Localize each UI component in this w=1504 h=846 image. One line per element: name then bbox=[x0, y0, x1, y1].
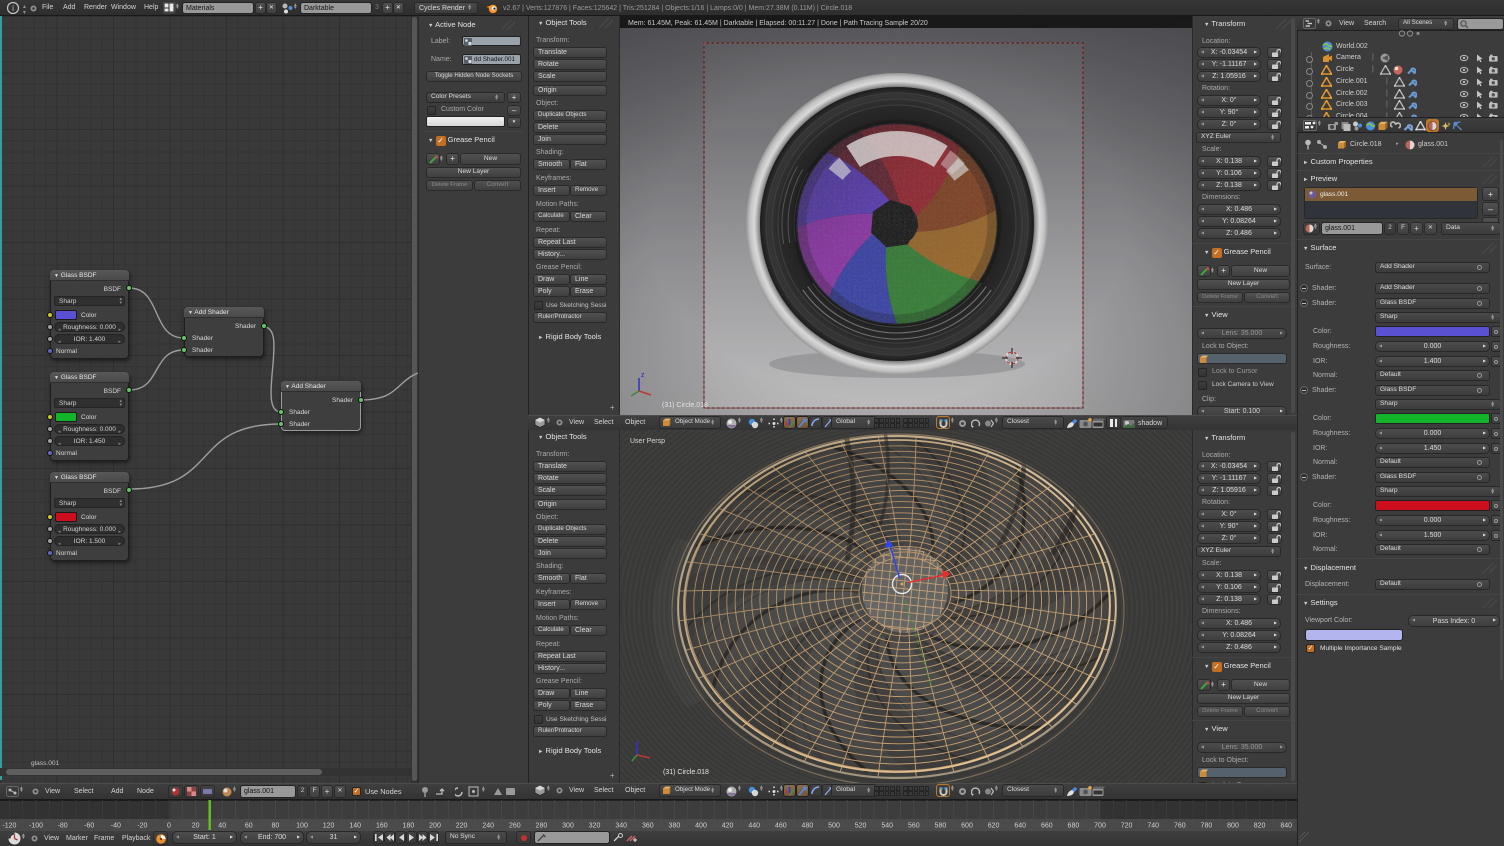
svg-text:-20: -20 bbox=[137, 823, 147, 830]
svg-text:660: 660 bbox=[1041, 823, 1053, 830]
svg-text:420: 420 bbox=[722, 823, 734, 830]
svg-text:820: 820 bbox=[1254, 823, 1266, 830]
svg-text:140: 140 bbox=[349, 823, 361, 830]
svg-text:540: 540 bbox=[881, 823, 893, 830]
svg-text:800: 800 bbox=[1227, 823, 1239, 830]
svg-text:240: 240 bbox=[482, 823, 494, 830]
svg-text:360: 360 bbox=[642, 823, 654, 830]
svg-text:-60: -60 bbox=[84, 823, 94, 830]
svg-text:380: 380 bbox=[669, 823, 681, 830]
svg-text:740: 740 bbox=[1147, 823, 1159, 830]
svg-text:-120: -120 bbox=[2, 823, 16, 830]
svg-text:620: 620 bbox=[988, 823, 1000, 830]
svg-text:560: 560 bbox=[908, 823, 920, 830]
svg-text:-100: -100 bbox=[29, 823, 43, 830]
svg-text:20: 20 bbox=[192, 823, 200, 830]
svg-text:(31) Circle.018: (31) Circle.018 bbox=[663, 769, 709, 776]
svg-text:200: 200 bbox=[429, 823, 441, 830]
svg-text:280: 280 bbox=[536, 823, 548, 830]
svg-text:120: 120 bbox=[323, 823, 335, 830]
svg-text:840: 840 bbox=[1280, 823, 1292, 830]
svg-text:320: 320 bbox=[589, 823, 601, 830]
svg-text:720: 720 bbox=[1121, 823, 1133, 830]
svg-text:100: 100 bbox=[296, 823, 308, 830]
svg-text:340: 340 bbox=[615, 823, 627, 830]
svg-text:460: 460 bbox=[775, 823, 787, 830]
svg-text:0: 0 bbox=[167, 823, 171, 830]
svg-text:40: 40 bbox=[218, 823, 226, 830]
svg-text:600: 600 bbox=[961, 823, 973, 830]
svg-text:80: 80 bbox=[272, 823, 280, 830]
svg-text:500: 500 bbox=[828, 823, 840, 830]
svg-text:180: 180 bbox=[403, 823, 415, 830]
svg-text:User Persp: User Persp bbox=[630, 438, 665, 445]
svg-text:440: 440 bbox=[748, 823, 760, 830]
svg-text:260: 260 bbox=[509, 823, 521, 830]
svg-text:220: 220 bbox=[456, 823, 468, 830]
svg-text:700: 700 bbox=[1094, 823, 1106, 830]
svg-text:680: 680 bbox=[1068, 823, 1080, 830]
svg-text:520: 520 bbox=[855, 823, 867, 830]
svg-text:480: 480 bbox=[802, 823, 814, 830]
svg-text:-40: -40 bbox=[111, 823, 121, 830]
svg-text:400: 400 bbox=[695, 823, 707, 830]
svg-text:580: 580 bbox=[935, 823, 947, 830]
svg-text:760: 760 bbox=[1174, 823, 1186, 830]
svg-text:780: 780 bbox=[1201, 823, 1213, 830]
svg-text:-80: -80 bbox=[58, 823, 68, 830]
svg-text:60: 60 bbox=[245, 823, 253, 830]
svg-text:300: 300 bbox=[562, 823, 574, 830]
svg-text:160: 160 bbox=[376, 823, 388, 830]
svg-text:640: 640 bbox=[1014, 823, 1026, 830]
